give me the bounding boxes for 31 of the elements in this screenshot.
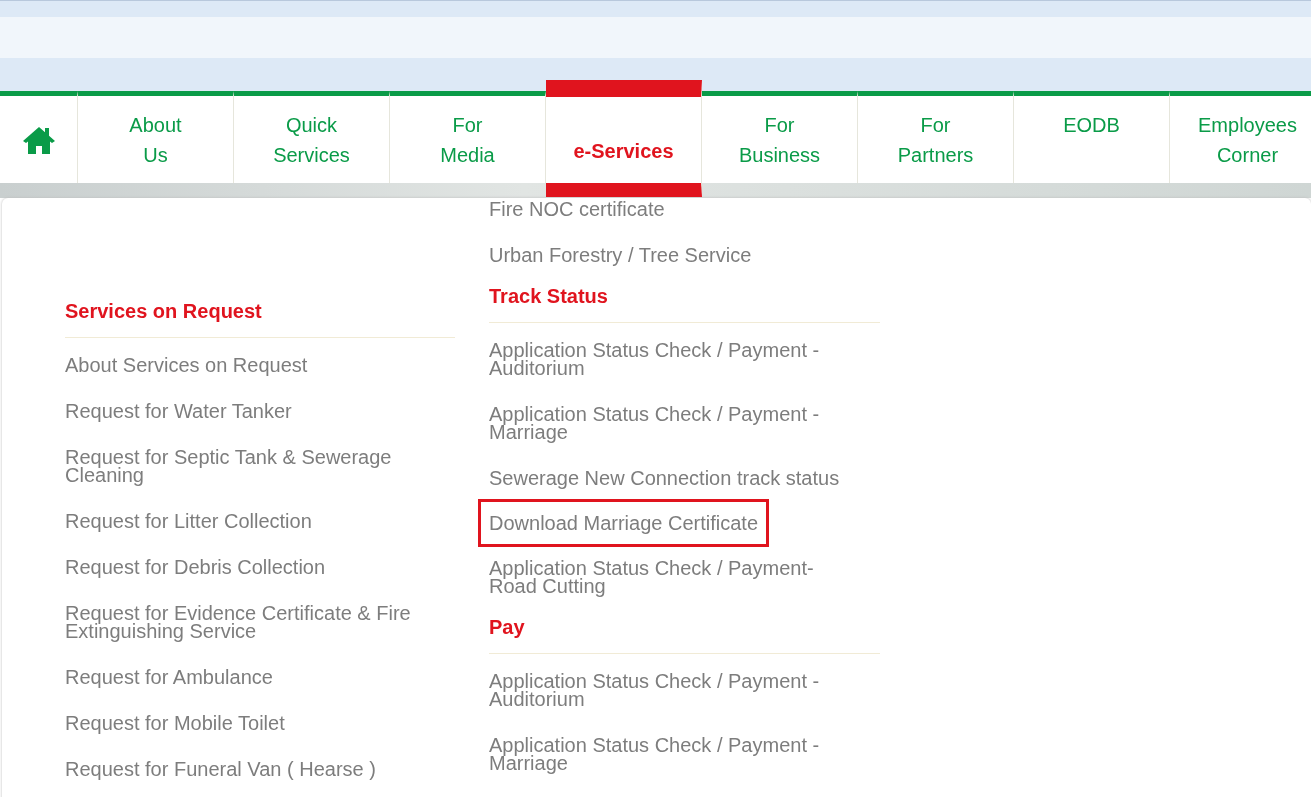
menu-link[interactable]: Application Status Check / Payment - Auditorium	[489, 658, 861, 722]
home-tab[interactable]	[0, 91, 78, 183]
menu-link[interactable]: Application Status Check / Payment- Road Cutting	[489, 545, 861, 609]
menu-link[interactable]: Urban Forestry / Tree Service	[489, 232, 752, 278]
nav-tab[interactable]: About Us	[78, 91, 234, 183]
menu-link[interactable]: Fire NOC certificate	[489, 198, 665, 232]
menu-link[interactable]: Request for Septic Tank & Sewerage Cleaning	[65, 434, 450, 498]
menu-link[interactable]: Request for Funeral Van ( Hearse )	[65, 746, 376, 792]
nav-tab[interactable]: For Partners	[858, 91, 1014, 183]
nav-tab[interactable]: Quick Services	[234, 91, 390, 183]
nav-tab[interactable]: For Media	[390, 91, 546, 183]
menu-link[interactable]: Request for Mobile Toilet	[65, 700, 285, 746]
nav-tab[interactable]: Employees Corner	[1170, 91, 1311, 183]
section-heading: Track Status	[489, 284, 880, 323]
menu-link[interactable]: Application Status Check / Payment - Marriage	[489, 722, 861, 786]
nav-tab[interactable]: EODB	[1014, 91, 1170, 183]
section-heading: Pay	[489, 615, 880, 654]
menu-link[interactable]: Request for Debris Collection	[65, 544, 326, 590]
section-heading: Services on Request	[65, 299, 455, 338]
nav-tab[interactable]: For Business	[702, 91, 858, 183]
nav-tab[interactable]: e-Services	[546, 80, 702, 197]
menu-link[interactable]: Request for Water Tanker	[65, 388, 292, 434]
menu-link[interactable]: Sewerage New Connection track status	[489, 455, 840, 501]
menu-link[interactable]: Download Marriage Certificate	[481, 502, 766, 544]
menu-link[interactable]: Request for Ambulance	[65, 654, 273, 700]
menu-link[interactable]: Application Status Check / Payment - Auditorium	[489, 327, 861, 391]
menu-link[interactable]: Application Status Check / Payment - Marriage	[489, 391, 861, 455]
menu-link[interactable]: About Services on Request	[65, 342, 308, 388]
menu-link[interactable]: Request for Evidence Certificate & Fire Extinguishing Service	[65, 590, 450, 654]
home-icon	[21, 124, 56, 155]
menu-link[interactable]: Request for Litter Collection	[65, 498, 312, 544]
